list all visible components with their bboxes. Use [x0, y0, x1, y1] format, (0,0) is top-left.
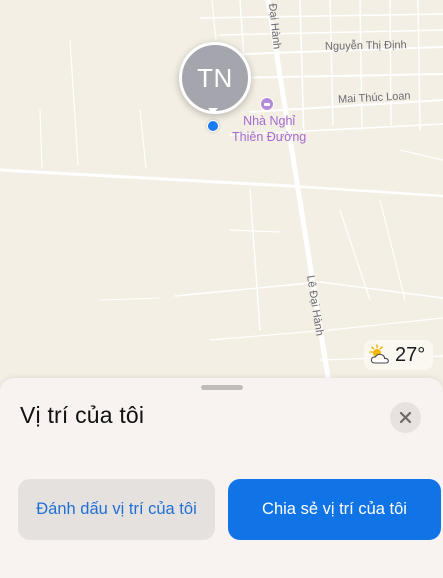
- partly-cloudy-icon: [369, 344, 389, 364]
- poi-name-line1: Nhà Nghỉ: [243, 114, 296, 128]
- avatar-initials: TN: [197, 62, 233, 93]
- close-icon: [399, 411, 412, 424]
- share-my-location-button[interactable]: Chia sẻ vị trí của tôi: [228, 479, 441, 540]
- poi-name-line2: Thiên Đường: [232, 130, 307, 144]
- mark-my-location-button[interactable]: Đánh dấu vị trí của tôi: [18, 479, 215, 540]
- current-location-dot: [207, 120, 219, 132]
- bed-icon[interactable]: [260, 97, 274, 111]
- close-button[interactable]: [390, 402, 421, 433]
- sheet-title: Vị trí của tôi: [20, 402, 145, 428]
- temperature: 27°: [395, 343, 426, 366]
- poi-label[interactable]: Nhà Nghỉ Thiên Đường: [232, 113, 306, 145]
- weather-widget[interactable]: 27°: [364, 340, 434, 370]
- sheet-grabber[interactable]: [201, 385, 243, 390]
- map-view[interactable]: Đại Hành Nguyễn Thị Định Mai Thúc Loan L…: [0, 0, 443, 393]
- user-avatar-pin[interactable]: TN: [179, 42, 251, 114]
- street-label-nguyen-thi-dinh: Nguyễn Thị Định: [324, 39, 407, 53]
- bottom-sheet: Vị trí của tôi Đánh dấu vị trí của tôi C…: [0, 378, 443, 578]
- avatar-pin-tail: [208, 108, 218, 114]
